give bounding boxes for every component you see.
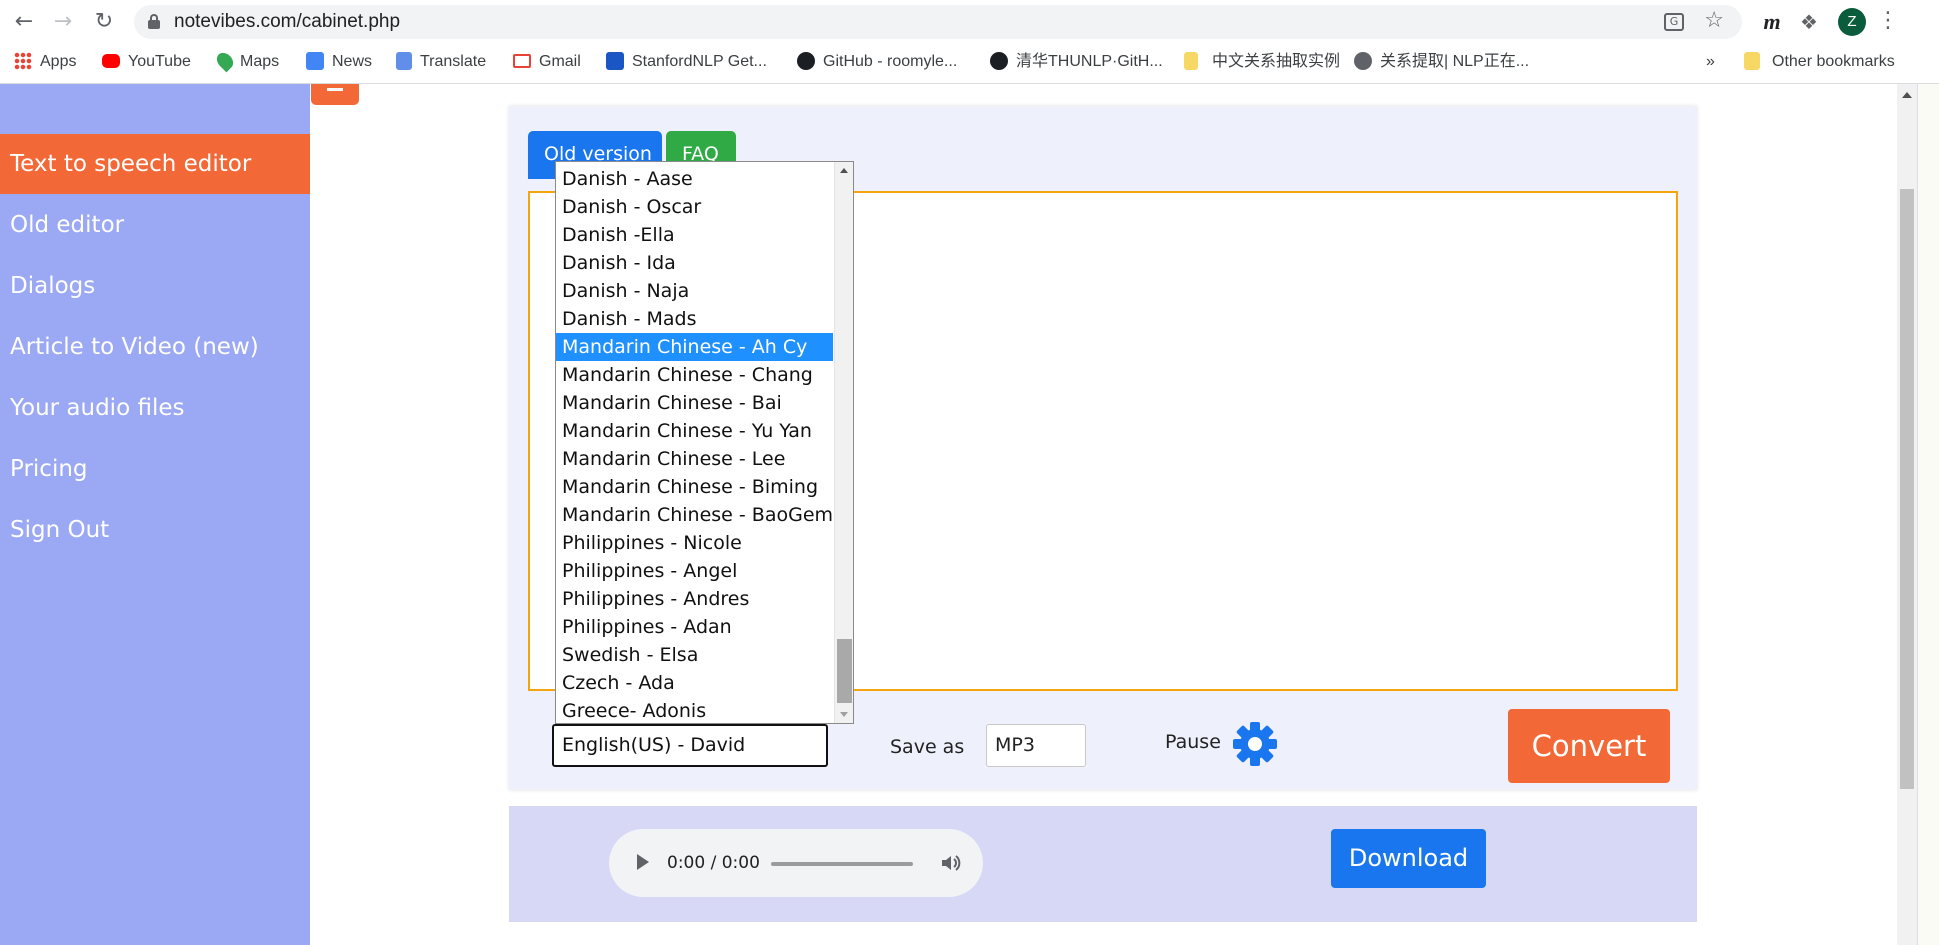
back-arrow-icon[interactable]: ← [10,8,38,36]
voice-option[interactable]: Mandarin Chinese - Yu Yan [556,417,833,445]
bookmark-translate[interactable]: Translate [396,46,486,78]
voice-option[interactable]: Philippines - Adan [556,613,833,641]
bookmark-relation-extraction[interactable]: 中文关系抽取实例 [1184,46,1340,78]
globe-icon [1354,52,1372,70]
audio-progress-bar[interactable] [771,862,913,866]
voice-option[interactable]: Mandarin Chinese - Bai [556,389,833,417]
voice-select[interactable]: English(US) - David [552,724,828,767]
lock-icon [148,14,160,29]
voice-option[interactable]: Danish - Mads [556,305,833,333]
volume-icon[interactable] [939,851,963,875]
apps-grid-icon [14,52,32,70]
voice-dropdown-list[interactable]: Danish - Aase Danish - Oscar Danish -Ell… [555,161,854,724]
bookmark-nlp[interactable]: 关系提取| NLP正在... [1354,46,1529,78]
extension-m-icon[interactable]: m [1757,7,1787,37]
voice-option[interactable]: Danish - Aase [556,165,833,193]
voice-option[interactable]: Greece- Adonis [556,697,833,723]
voice-option[interactable]: Danish -Ella [556,221,833,249]
note-icon [1184,52,1198,70]
voice-option[interactable]: Mandarin Chinese - BaoGem [556,501,833,529]
dropdown-scroll-thumb[interactable] [837,639,852,703]
bookmark-github-roomyle[interactable]: GitHub - roomyle... [797,46,957,78]
bookmark-star-icon[interactable]: ☆ [1704,8,1724,33]
gear-icon[interactable] [1232,721,1278,767]
voice-option-highlighted[interactable]: Mandarin Chinese - Ah Cy [556,333,833,361]
pause-label: Pause [1165,731,1221,753]
voice-option[interactable]: Philippines - Andres [556,585,833,613]
sidebar-item-article-to-video[interactable]: Article to Video (new) [0,317,310,377]
format-select[interactable]: MP3 [986,724,1086,767]
voice-option[interactable]: Danish - Naja [556,277,833,305]
url-text: notevibes.com/cabinet.php [174,11,401,32]
voice-option[interactable]: Mandarin Chinese - Chang [556,361,833,389]
address-bar[interactable]: notevibes.com/cabinet.php G ☆ [134,5,1742,39]
convert-button[interactable]: Convert [1508,709,1670,783]
bookmark-stanfordnlp[interactable]: StanfordNLP Get... [606,46,767,78]
audio-player: 0:00 / 0:00 [609,829,983,897]
other-bookmarks[interactable]: Other bookmarks [1744,46,1895,78]
github-icon [990,52,1008,70]
bookmark-apps[interactable]: Apps [14,46,76,78]
sidebar: Text to speech editor Old editor Dialogs… [0,84,310,945]
hamburger-menu-icon[interactable] [311,84,359,105]
browser-menu-icon[interactable]: ⋮ [1876,6,1900,36]
bookmark-maps[interactable]: Maps [213,46,279,78]
voice-option[interactable]: Philippines - Angel [556,557,833,585]
scroll-up-arrow-icon[interactable] [840,168,848,173]
bookmark-youtube[interactable]: YouTube [102,46,191,78]
profile-avatar[interactable]: Z [1838,8,1866,36]
translate-icon [396,52,412,70]
scroll-down-arrow-icon[interactable] [840,712,848,717]
voice-option[interactable]: Mandarin Chinese - Biming [556,473,833,501]
download-button[interactable]: Download [1331,829,1486,888]
voice-option[interactable]: Swedish - Elsa [556,641,833,669]
sidebar-item-sign-out[interactable]: Sign Out [0,500,310,560]
translate-page-icon[interactable]: G [1664,13,1684,31]
play-icon[interactable] [637,854,649,870]
news-icon [306,52,324,70]
extensions-puzzle-icon[interactable]: ❖ [1796,9,1822,35]
gmail-icon [513,54,531,68]
sidebar-item-old-editor[interactable]: Old editor [0,195,310,255]
folder-icon [1744,52,1760,70]
voice-option[interactable]: Czech - Ada [556,669,833,697]
github-icon [797,52,815,70]
audio-time: 0:00 / 0:00 [667,853,760,873]
page-scrollbar[interactable] [1897,84,1917,945]
voice-option[interactable]: Mandarin Chinese - Lee [556,445,833,473]
voice-option[interactable]: Danish - Oscar [556,193,833,221]
maps-pin-icon [213,49,237,73]
forward-arrow-icon[interactable]: → [49,8,77,36]
browser-chrome: ← → ↻ notevibes.com/cabinet.php G ☆ m ❖ … [0,0,1939,84]
bookmark-news[interactable]: News [306,46,372,78]
more-bookmarks-chevron[interactable]: » [1706,46,1715,78]
voice-option[interactable]: Danish - Ida [556,249,833,277]
bookmark-github-thunlp[interactable]: 清华THUNLP·GitH... [990,46,1163,78]
sidebar-item-dialogs[interactable]: Dialogs [0,256,310,316]
sidebar-item-pricing[interactable]: Pricing [0,439,310,499]
reload-icon[interactable]: ↻ [90,8,118,36]
bookmark-gmail[interactable]: Gmail [513,46,581,78]
voice-option[interactable]: Philippines - Nicole [556,529,833,557]
ui-icon [606,52,624,70]
side-panel-edge [1917,84,1939,945]
save-as-label: Save as [890,736,965,758]
bookmarks-bar: Apps YouTube Maps News Translate Gmail S… [0,46,1939,78]
sidebar-item-audio-files[interactable]: Your audio files [0,378,310,438]
youtube-icon [102,54,120,68]
scroll-up-arrow-icon[interactable] [1902,92,1912,98]
dropdown-scrollbar[interactable] [834,162,853,723]
sidebar-item-text-to-speech-editor[interactable]: Text to speech editor [0,134,310,194]
page-scroll-thumb[interactable] [1900,189,1914,789]
